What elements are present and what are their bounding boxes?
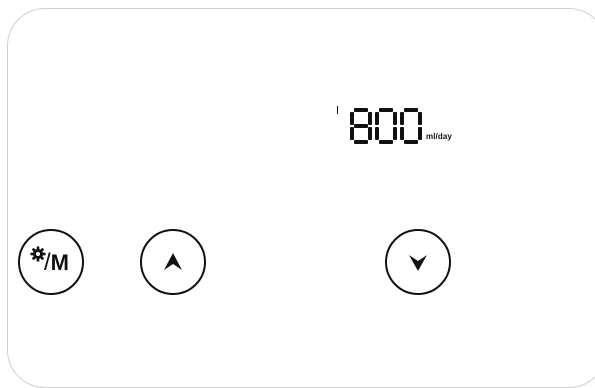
settings-mode-glyph: /M — [26, 242, 76, 282]
digit-segment — [379, 108, 393, 112]
arrow-down-icon — [409, 255, 427, 271]
display-digit — [400, 108, 422, 144]
digit-segment — [368, 127, 372, 140]
digit-segment — [375, 127, 379, 140]
increase-button[interactable] — [140, 229, 206, 295]
digit-segment — [404, 108, 418, 112]
digit-segment — [393, 112, 397, 125]
display-indicator-mark — [337, 106, 338, 114]
display-value — [350, 108, 422, 144]
digit-segment — [400, 112, 404, 125]
control-panel — [7, 8, 595, 388]
display-digit — [375, 108, 397, 144]
digit-segment — [368, 112, 372, 125]
dosage-display: ml/day — [337, 104, 452, 144]
digit-segment — [350, 112, 354, 125]
digit-segment — [404, 140, 418, 144]
digit-segment — [418, 127, 422, 140]
display-digit — [350, 108, 372, 144]
digit-segment — [418, 112, 422, 125]
mode-letter: M — [50, 250, 69, 275]
digit-segment — [354, 140, 368, 144]
digit-segment — [379, 140, 393, 144]
digit-segment — [393, 127, 397, 140]
digit-segment — [354, 124, 368, 128]
arrow-up-icon — [164, 253, 182, 270]
decrease-button[interactable] — [385, 229, 451, 295]
digit-segment — [375, 112, 379, 125]
digit-segment — [400, 127, 404, 140]
mode-label: /M — [44, 251, 69, 275]
settings-mode-button[interactable]: /M — [18, 229, 84, 295]
digit-segment — [354, 108, 368, 112]
digit-segment — [350, 127, 354, 140]
display-unit: ml/day — [426, 132, 452, 141]
mode-separator: / — [44, 249, 51, 276]
